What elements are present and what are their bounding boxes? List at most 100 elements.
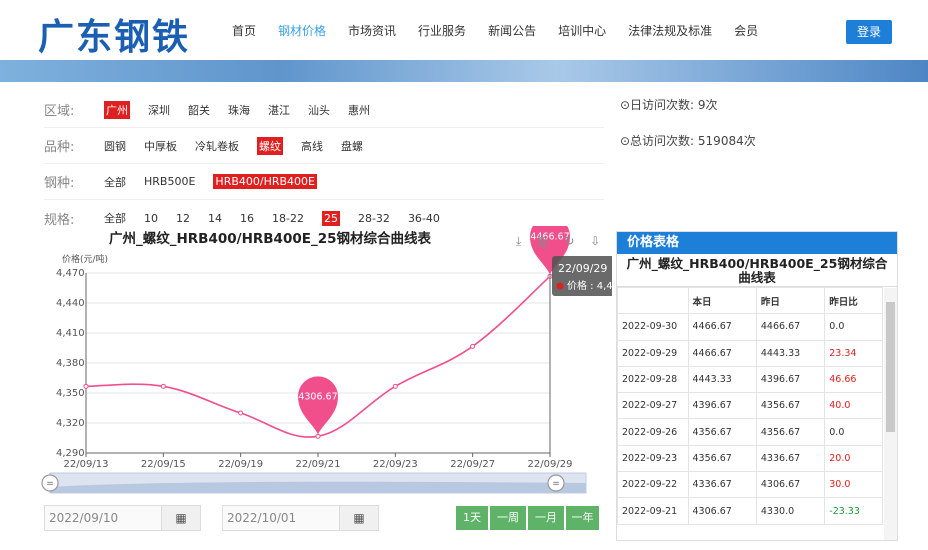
table-cell: 4330.0	[755, 497, 826, 525]
total-visits: ⊙总访问次数: 519084次	[620, 134, 756, 148]
chart-toolbox: ⤓ ▥ ↻ ⇩	[516, 234, 606, 249]
end-date-input[interactable]: 2022/10/01	[222, 505, 340, 531]
filter-option[interactable]: 韶关	[188, 102, 210, 118]
table-cell: 23.34	[824, 339, 883, 367]
table-cell: 40.0	[824, 392, 883, 420]
table-row: 2022-09-23 4356.67 4336.67 20.0	[617, 444, 883, 473]
table-row: 2022-09-30 4466.67 4466.67 0.0	[617, 313, 883, 341]
table-cell: 4396.67	[687, 392, 757, 420]
table-cell: 4336.67	[687, 471, 757, 499]
table-cell: 4443.33	[755, 339, 826, 367]
table-cell: 2022-09-22	[617, 471, 689, 499]
refresh-icon[interactable]: ↻	[564, 234, 580, 248]
nav-item[interactable]: 会员	[734, 22, 758, 39]
site-logo[interactable]: 广东钢铁	[38, 8, 190, 60]
filter-option[interactable]: 广州	[104, 100, 130, 119]
data-point	[83, 383, 89, 389]
login-button[interactable]: 登录	[846, 20, 892, 44]
nav-item[interactable]: 钢材价格	[278, 22, 326, 39]
filter-option[interactable]: 全部	[104, 174, 126, 190]
table-cell: 2022-09-21	[617, 497, 689, 525]
main-nav: 首页 钢材价格 市场资讯 行业服务 新闻公告 培训中心 法律法规及标准 会员	[232, 22, 780, 39]
table-cell: 4466.67	[687, 313, 757, 341]
filter-option[interactable]: 螺纹	[257, 136, 283, 155]
tooltip-marker	[556, 282, 564, 290]
calendar-icon[interactable]: ▦	[339, 505, 379, 531]
tooltip-date: 22/09/29	[558, 262, 607, 275]
nav-item[interactable]: 市场资讯	[348, 22, 396, 39]
header: 广东钢铁 首页 钢材价格 市场资讯 行业服务 新闻公告 培训中心 法律法规及标准 会员 登录	[0, 0, 928, 60]
x-tick-label: 22/09/29	[528, 459, 573, 470]
filter-option[interactable]: 冷轧卷板	[195, 138, 239, 154]
filter-option[interactable]: HRB500E	[144, 175, 195, 188]
column-header: 昨日	[755, 286, 826, 315]
filter-label: 钢种:	[44, 176, 75, 191]
nav-item[interactable]: 培训中心	[558, 22, 606, 39]
range-button[interactable]: 一周	[490, 506, 527, 530]
filter-option[interactable]: 汕头	[308, 102, 330, 118]
filter-option[interactable]: 全部	[104, 210, 126, 226]
save-image-icon[interactable]: ⇩	[590, 234, 606, 248]
filter-option[interactable]: 36-40	[408, 212, 440, 225]
range-button[interactable]: 一月	[528, 506, 565, 530]
range-button[interactable]: 1天	[456, 506, 489, 530]
range-button[interactable]: 一年	[566, 506, 600, 530]
filter-option[interactable]: 28-32	[358, 212, 390, 225]
y-tick-label: 4,440	[56, 298, 85, 309]
table-header: 价格表格	[617, 232, 897, 254]
region-filter: 区域: 广州 深圳 韶关 珠海 湛江 汕头 惠州	[44, 92, 604, 128]
nav-item[interactable]: 首页	[232, 22, 256, 39]
table-cell: 0.0	[824, 418, 883, 446]
filter-option[interactable]: 湛江	[268, 102, 290, 118]
filter-label: 品种:	[44, 140, 75, 155]
filter-option[interactable]: 10	[144, 212, 158, 225]
nav-item[interactable]: 新闻公告	[488, 22, 536, 39]
nav-item[interactable]: 法律法规及标准	[628, 22, 712, 39]
filter-option[interactable]: 高线	[301, 138, 323, 154]
price-line-chart[interactable]: 广州_螺纹_HRB400/HRB400E_25钢材综合曲线表价格(元/吨) 4,2…	[40, 226, 612, 506]
table-row: 2022-09-27 4396.67 4356.67 40.0	[617, 392, 883, 420]
filter-option[interactable]: 深圳	[148, 102, 170, 118]
table-cell: 4336.67	[755, 444, 826, 473]
variety-filter: 品种: 圆钢 中厚板 冷轧卷板 螺纹 高线 盘螺	[44, 128, 604, 164]
table-cell: 4306.67	[687, 497, 757, 525]
table-cell: 2022-09-23	[617, 444, 689, 473]
chart-title: 广州_螺纹_HRB400/HRB400E_25钢材综合曲线表	[109, 230, 432, 247]
table-cell: 2022-09-30	[617, 313, 689, 341]
table-cell: 4396.67	[755, 365, 826, 394]
x-tick-label: 22/09/23	[373, 459, 418, 470]
bar-chart-icon[interactable]: ▥	[537, 234, 554, 248]
y-tick-label: 4,380	[56, 358, 85, 369]
column-header: 昨日比	[824, 286, 883, 315]
filter-option[interactable]: 25	[321, 210, 340, 226]
filter-option[interactable]: 12	[176, 212, 190, 225]
scrollbar-thumb[interactable]	[886, 302, 895, 432]
filter-option[interactable]: 珠海	[228, 102, 250, 118]
download-icon[interactable]: ⤓	[516, 234, 527, 248]
filter-option[interactable]: 18-22	[272, 212, 304, 225]
filter-option[interactable]: HRB400/HRB400E	[213, 174, 317, 189]
filter-option[interactable]: 惠州	[348, 102, 370, 118]
filter-option[interactable]: 盘螺	[341, 138, 363, 154]
price-table-panel: 价格表格 广州_螺纹_HRB400/HRB400E_25钢材综合曲线表 本日 昨日…	[616, 231, 898, 541]
table-cell: 4443.33	[687, 365, 757, 394]
price-table: 本日 昨日 昨日比 2022-09-30 4466.67 4466.67 0.0 2022-…	[617, 286, 883, 525]
y-tick-label: 4,410	[56, 328, 85, 339]
table-row: 2022-09-26 4356.67 4356.67 0.0	[617, 418, 883, 446]
table-scrollbar[interactable]	[884, 288, 897, 540]
table-cell: -23.33	[824, 497, 883, 525]
table-cell: 2022-09-29	[617, 339, 689, 367]
filter-option[interactable]: 中厚板	[144, 138, 177, 154]
table-cell: 4356.67	[687, 418, 757, 446]
data-point	[238, 410, 244, 416]
y-axis-label: 价格(元/吨)	[62, 253, 108, 265]
start-date-input[interactable]: 2022/09/10	[44, 505, 162, 531]
table-title: 广州_螺纹_HRB400/HRB400E_25钢材综合曲线表	[617, 254, 897, 287]
calendar-icon[interactable]: ▦	[161, 505, 201, 531]
filter-option[interactable]: 圆钢	[104, 138, 126, 154]
nav-item[interactable]: 行业服务	[418, 22, 466, 39]
table-row: 2022-09-22 4336.67 4306.67 30.0	[617, 471, 883, 499]
table-row: 2022-09-21 4306.67 4330.0 -23.33	[617, 497, 883, 525]
filter-option[interactable]: 14	[208, 212, 222, 225]
filter-option[interactable]: 16	[240, 212, 254, 225]
